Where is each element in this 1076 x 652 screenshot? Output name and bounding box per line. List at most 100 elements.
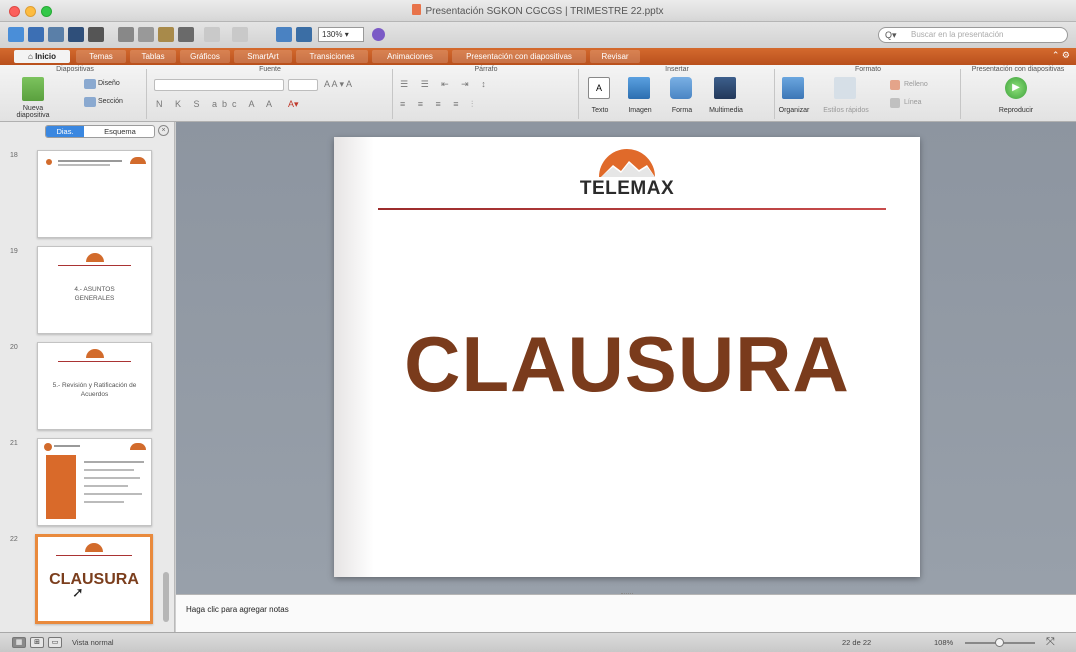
presentation-file-icon	[412, 4, 422, 15]
picture-icon[interactable]	[628, 77, 650, 99]
slide-position: 22 de 22	[842, 638, 872, 647]
slide-sorter-icon[interactable]: ⊞	[30, 637, 44, 648]
notes-pane[interactable]: Haga clic para agregar notas	[176, 593, 1076, 632]
tab-revisar[interactable]: Revisar	[590, 50, 640, 63]
new-document-icon[interactable]	[8, 27, 24, 42]
shape-icon[interactable]	[670, 77, 692, 99]
redo-icon[interactable]	[232, 27, 248, 42]
mini-logo-icon	[130, 443, 146, 450]
close-pane-icon[interactable]: ×	[158, 125, 169, 136]
slide-thumbnail-text: 5.- Revisión y Ratificación de Acuerdos	[52, 382, 137, 398]
copy-icon[interactable]	[138, 27, 154, 42]
group-label-diapositivas: Diapositivas	[56, 66, 94, 73]
insert-media-button[interactable]: Multimedia	[704, 107, 748, 114]
normal-view-icon[interactable]: ▦	[12, 637, 26, 648]
cut-icon[interactable]	[118, 27, 134, 42]
tab-graficos[interactable]: Gráficos	[180, 50, 230, 63]
slide-thumbnail-18[interactable]	[37, 150, 152, 238]
media-icon[interactable]	[714, 77, 736, 99]
save-icon[interactable]	[68, 27, 84, 42]
text-box-icon[interactable]: A	[588, 77, 610, 99]
tab-presentacion[interactable]: Presentación con diapositivas	[452, 50, 586, 63]
font-size-adjust-icon[interactable]: A A ▾ A	[324, 79, 352, 90]
search-input[interactable]: Q▾ Buscar en la presentación	[878, 27, 1068, 43]
undo-icon[interactable]	[204, 27, 220, 42]
text-line	[84, 501, 124, 503]
layout-button[interactable]: Diseño	[98, 80, 138, 87]
insert-shape-button[interactable]: Forma	[664, 107, 700, 114]
powerpoint-window: Presentación SGKON CGCGS | TRIMESTRE 22.…	[0, 0, 1076, 652]
zoom-slider-knob[interactable]	[995, 638, 1004, 647]
insert-picture-button[interactable]: Imagen	[620, 107, 660, 114]
tab-slides[interactable]: Dias.	[46, 126, 84, 137]
section-button[interactable]: Sección	[98, 98, 138, 105]
fill-button[interactable]: Relleno	[904, 81, 944, 88]
notes-resize-handle[interactable]	[621, 593, 633, 596]
slide-show-icon[interactable]	[276, 27, 292, 42]
collapse-ribbon-icon[interactable]: ⌃ ⚙	[1052, 50, 1070, 61]
slide-thumbnail-19[interactable]: 4.- ASUNTOS GENERALES	[37, 246, 152, 334]
slide-thumbnail-22[interactable]: CLAUSURA	[35, 534, 153, 624]
mini-logo-icon	[85, 543, 103, 552]
open-folder-icon[interactable]	[48, 27, 64, 42]
group-divider	[146, 69, 147, 119]
tab-animaciones[interactable]: Animaciones	[372, 50, 448, 63]
tab-smartart[interactable]: SmartArt	[234, 50, 292, 63]
bullet-icon	[46, 159, 52, 165]
sidebar-scrollbar[interactable]	[163, 572, 169, 622]
arrange-icon[interactable]	[782, 77, 804, 99]
print-icon[interactable]	[88, 27, 104, 42]
tab-temas[interactable]: Temas	[76, 50, 126, 63]
media-browser-icon[interactable]	[296, 27, 312, 42]
tab-tablas[interactable]: Tablas	[130, 50, 176, 63]
current-slide[interactable]: TELEMAX CLAUSURA	[334, 137, 920, 577]
paste-icon[interactable]	[158, 27, 174, 42]
templates-icon[interactable]	[28, 27, 44, 42]
zoom-select[interactable]: 130% ▾	[318, 27, 364, 42]
mini-rule	[58, 265, 131, 266]
layout-icon	[84, 79, 96, 89]
sidebar-tabs: Dias. Esquema	[45, 125, 155, 138]
tab-transiciones[interactable]: Transiciones	[296, 50, 368, 63]
play-icon[interactable]: ▶	[1005, 77, 1027, 99]
text-line	[58, 160, 122, 162]
text-line	[84, 485, 128, 487]
quick-styles-button[interactable]: Estilos rápidos	[818, 107, 874, 114]
text-format-icons[interactable]: N K S abc A A	[156, 99, 277, 109]
group-divider	[960, 69, 961, 119]
slide-thumbnail-text: CLAUSURA	[49, 571, 139, 588]
slideshow-view-icon[interactable]: ▭	[48, 637, 62, 648]
help-icon[interactable]	[372, 28, 385, 41]
mini-logo-icon	[85, 349, 104, 358]
zoom-level: 108%	[934, 638, 954, 647]
quick-access-toolbar: 130% ▾ Q▾ Buscar en la presentación	[0, 22, 1076, 48]
group-label-formato: Formato	[854, 66, 882, 73]
font-size-select[interactable]	[288, 79, 318, 91]
slide-title[interactable]: CLAUSURA	[334, 319, 920, 410]
view-name: Vista normal	[72, 638, 114, 647]
align-icons[interactable]: ≡ ≡ ≡ ≡ ⫶	[400, 99, 478, 110]
fit-to-window-icon[interactable]: ⤧	[1046, 636, 1055, 649]
quick-styles-icon[interactable]	[834, 77, 856, 99]
new-slide-icon[interactable]	[22, 77, 44, 101]
slide-thumbnail-20[interactable]: 5.- Revisión y Ratificación de Acuerdos	[37, 342, 152, 430]
insert-text-button[interactable]: Texto	[584, 107, 616, 114]
orange-panel	[46, 455, 76, 519]
arrange-button[interactable]: Organizar	[774, 107, 814, 114]
slide-thumbnail-pane: Dias. Esquema × 18 19 4.- ASUNTOS GENERA…	[0, 122, 175, 632]
font-name-select[interactable]	[154, 79, 284, 91]
zoom-slider[interactable]	[965, 638, 1035, 647]
text-line	[54, 445, 80, 447]
tab-outline[interactable]: Esquema	[84, 126, 156, 137]
format-painter-icon[interactable]	[178, 27, 194, 42]
line-icon	[890, 98, 900, 108]
play-slideshow-button[interactable]: Reproducir	[990, 107, 1042, 114]
line-button[interactable]: Línea	[904, 99, 944, 106]
slide-thumbnail-21[interactable]	[37, 438, 152, 526]
text-line	[84, 461, 144, 463]
tab-inicio[interactable]: ⌂ Inicio	[14, 50, 70, 63]
window-title: Presentación SGKON CGCGS | TRIMESTRE 22.…	[0, 4, 1076, 17]
font-color-icon[interactable]: A▾	[288, 99, 299, 110]
list-icons[interactable]: ☰ ☰ ⇤ ⇥ ↕	[400, 79, 491, 90]
new-slide-button[interactable]: Nueva diapositiva	[6, 105, 60, 119]
